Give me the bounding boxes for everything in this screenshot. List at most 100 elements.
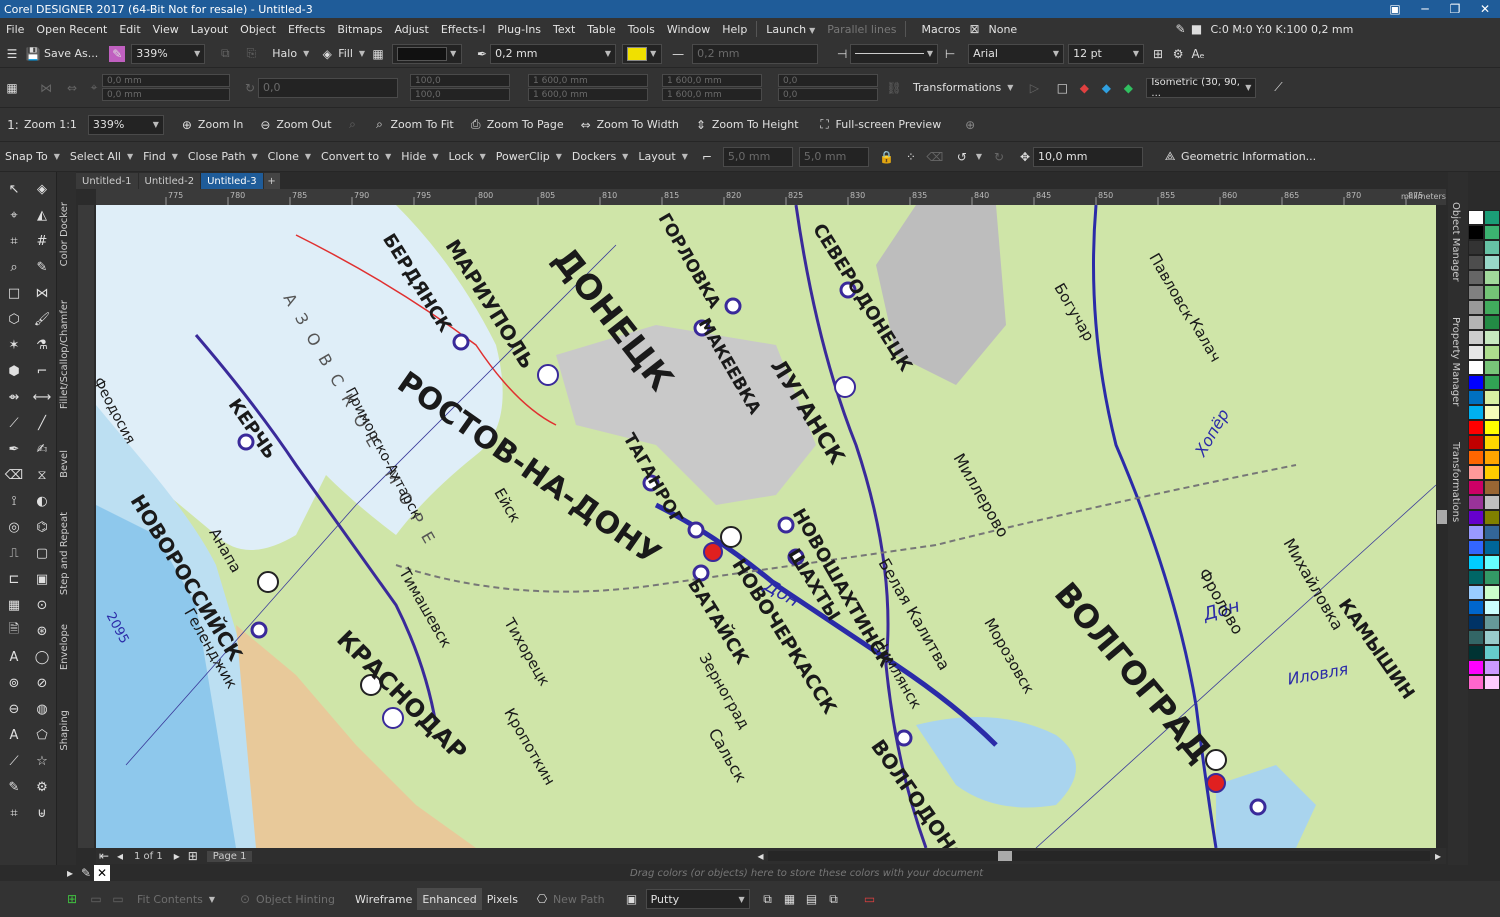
palette-swatch[interactable] <box>1468 225 1484 240</box>
position-icon[interactable]: ⌖ <box>86 80 102 96</box>
render-icon[interactable]: ⧉ <box>760 891 776 907</box>
hide-button[interactable]: Hide ▼ <box>396 146 443 168</box>
dimension-icon[interactable]: ⟷ <box>28 384 56 410</box>
redo-icon[interactable]: ↻ <box>991 149 1007 165</box>
size-a-field[interactable]: 5,0 mm <box>722 146 793 167</box>
palette-swatch[interactable] <box>1468 570 1484 585</box>
palette-swatch[interactable] <box>1468 555 1484 570</box>
zoom-to-height-button[interactable]: ⇕ Zoom To Height <box>688 114 804 136</box>
menu-edit[interactable]: Edit <box>113 23 146 36</box>
tab-step-repeat[interactable]: Step and Repeat <box>59 512 70 595</box>
palette-swatch[interactable] <box>1468 675 1484 690</box>
rectangle-icon[interactable]: □ <box>1054 80 1070 96</box>
paste-icon[interactable]: ⎘ <box>243 46 259 62</box>
tab-shaping[interactable]: Shaping <box>59 710 70 751</box>
mirror-icon[interactable]: ⇔ <box>64 80 80 96</box>
symbol-icon[interactable]: ⊘ <box>28 670 56 696</box>
menu-view[interactable]: View <box>147 23 185 36</box>
gear-icon[interactable]: ⚙ <box>28 774 56 800</box>
palette-swatch[interactable] <box>1484 390 1500 405</box>
table-tool-icon[interactable]: ▦ <box>0 592 28 618</box>
wireframe-button[interactable]: Wireframe <box>350 888 417 910</box>
palette-swatch[interactable] <box>1468 255 1484 270</box>
outline-width-field[interactable]: 0,2 mm <box>692 43 819 64</box>
frame-icon[interactable]: ▢ <box>28 540 56 566</box>
fit-icon[interactable]: ▭ <box>88 891 104 907</box>
document-icon[interactable]: 🗎 <box>0 618 28 644</box>
spray-icon[interactable]: ⚗ <box>28 332 56 358</box>
no-fill-icon[interactable]: ⊠ <box>967 21 983 37</box>
vertical-scrollbar[interactable] <box>1436 205 1448 848</box>
fill-button[interactable]: ◈ Fill ▼ <box>314 43 370 65</box>
text-properties-icon[interactable]: ⊞ <box>1150 46 1166 62</box>
convert-to-button[interactable]: Convert to ▼ <box>316 146 396 168</box>
object-hinting-button[interactable]: ⊙ Object Hinting <box>232 888 340 910</box>
add-page-icon[interactable]: ⊞ <box>185 848 201 864</box>
palette-swatch[interactable] <box>1468 465 1484 480</box>
palette-swatch[interactable] <box>1484 285 1500 300</box>
zoom-to-fit-button[interactable]: ⌕ Zoom To Fit <box>367 114 459 136</box>
palette-swatch[interactable] <box>1484 540 1500 555</box>
help-button[interactable]: ▣ <box>1380 2 1410 16</box>
palette-swatch[interactable] <box>1468 270 1484 285</box>
menu-icon[interactable]: ☰ <box>4 46 20 62</box>
maximize-button[interactable]: ❐ <box>1440 2 1470 16</box>
shape-tool-icon[interactable]: ⌖ <box>0 202 28 228</box>
page-tab[interactable]: Page 1 <box>206 850 253 862</box>
material-select[interactable]: Putty ▼ <box>645 889 750 909</box>
rotation-a-field[interactable]: 0,0 <box>778 74 878 87</box>
zoom-in-button[interactable]: ⊕ Zoom In <box>174 114 248 136</box>
powerclip-button[interactable]: PowerClip ▼ <box>491 146 567 168</box>
menu-text[interactable]: Text <box>547 23 581 36</box>
palette-swatch[interactable] <box>1484 240 1500 255</box>
palette-swatch[interactable] <box>1484 315 1500 330</box>
palette-swatch[interactable] <box>1484 525 1500 540</box>
menu-open-recent[interactable]: Open Recent <box>30 23 113 36</box>
enhanced-button[interactable]: Enhanced <box>417 888 482 910</box>
rotation-b-field[interactable]: 0,0 <box>778 88 878 101</box>
tab-color-docker[interactable]: Color Docker <box>59 202 70 266</box>
add-icon[interactable]: ⊕ <box>962 117 978 133</box>
tab-untitled-1[interactable]: Untitled-1 <box>76 173 138 189</box>
tab-envelope[interactable]: Envelope <box>59 624 70 670</box>
palette-swatch[interactable] <box>1484 435 1500 450</box>
horizontal-scrollbar[interactable]: ⇤ ◂ 1 of 1 ▸ ⊞ Page 1 ◂ ▸ <box>96 848 1446 864</box>
lock-icon[interactable]: 🔒 <box>879 149 895 165</box>
eyedropper-icon[interactable]: ✎ <box>78 865 94 881</box>
rectangle-tool-icon[interactable]: □ <box>0 280 28 306</box>
menu-window[interactable]: Window <box>661 23 716 36</box>
scroll-left-icon[interactable]: ◂ <box>752 848 768 864</box>
scroll-thumb[interactable] <box>1437 510 1447 524</box>
transparency-icon[interactable]: ◐ <box>28 488 56 514</box>
palette-swatch[interactable] <box>1484 555 1500 570</box>
knife-icon[interactable]: ⟋ <box>0 410 28 436</box>
close-path-button[interactable]: Close Path ▼ <box>183 146 263 168</box>
menu-launch[interactable]: Launch ▼ <box>760 23 821 36</box>
parallel-lines-button[interactable]: Parallel lines <box>821 23 902 36</box>
type-icon[interactable]: A <box>0 722 28 748</box>
menu-effects[interactable]: Effects <box>282 23 331 36</box>
clone-button[interactable]: Clone ▼ <box>263 146 316 168</box>
layers-icon[interactable]: ⧉ <box>826 891 842 907</box>
eyedropper-icon[interactable]: ✎ <box>28 254 56 280</box>
scale-y-field[interactable]: 100,0 <box>410 88 510 101</box>
palette-swatch[interactable] <box>1484 450 1500 465</box>
find-button[interactable]: Find ▼ <box>138 146 183 168</box>
palette-swatch[interactable] <box>1484 345 1500 360</box>
x-position-field[interactable]: 0,0 mm <box>102 74 230 87</box>
width-field[interactable]: 1 600,0 mm <box>662 74 762 87</box>
y-coord-field[interactable]: 1 600,0 mm <box>528 88 648 101</box>
menu-layout[interactable]: Layout <box>185 23 234 36</box>
outline-icon[interactable]: ◍ <box>28 696 56 722</box>
palette-swatch[interactable] <box>1484 300 1500 315</box>
tab-untitled-2[interactable]: Untitled-2 <box>138 173 201 189</box>
add-icon[interactable]: ⊞ <box>64 891 80 907</box>
tab-object-manager[interactable]: Object Manager <box>1450 202 1461 282</box>
palette-swatch[interactable] <box>1484 585 1500 600</box>
star-tool-icon[interactable]: ✶ <box>0 332 28 358</box>
copy-icon[interactable]: ⧉ <box>217 46 233 62</box>
palette-swatch[interactable] <box>1484 465 1500 480</box>
arrow-icon[interactable]: ▷ <box>1026 80 1042 96</box>
zoom-tool-icon[interactable]: ⌕ <box>0 254 28 280</box>
zoom-to-page-button[interactable]: ⎙ Zoom To Page <box>463 114 569 136</box>
